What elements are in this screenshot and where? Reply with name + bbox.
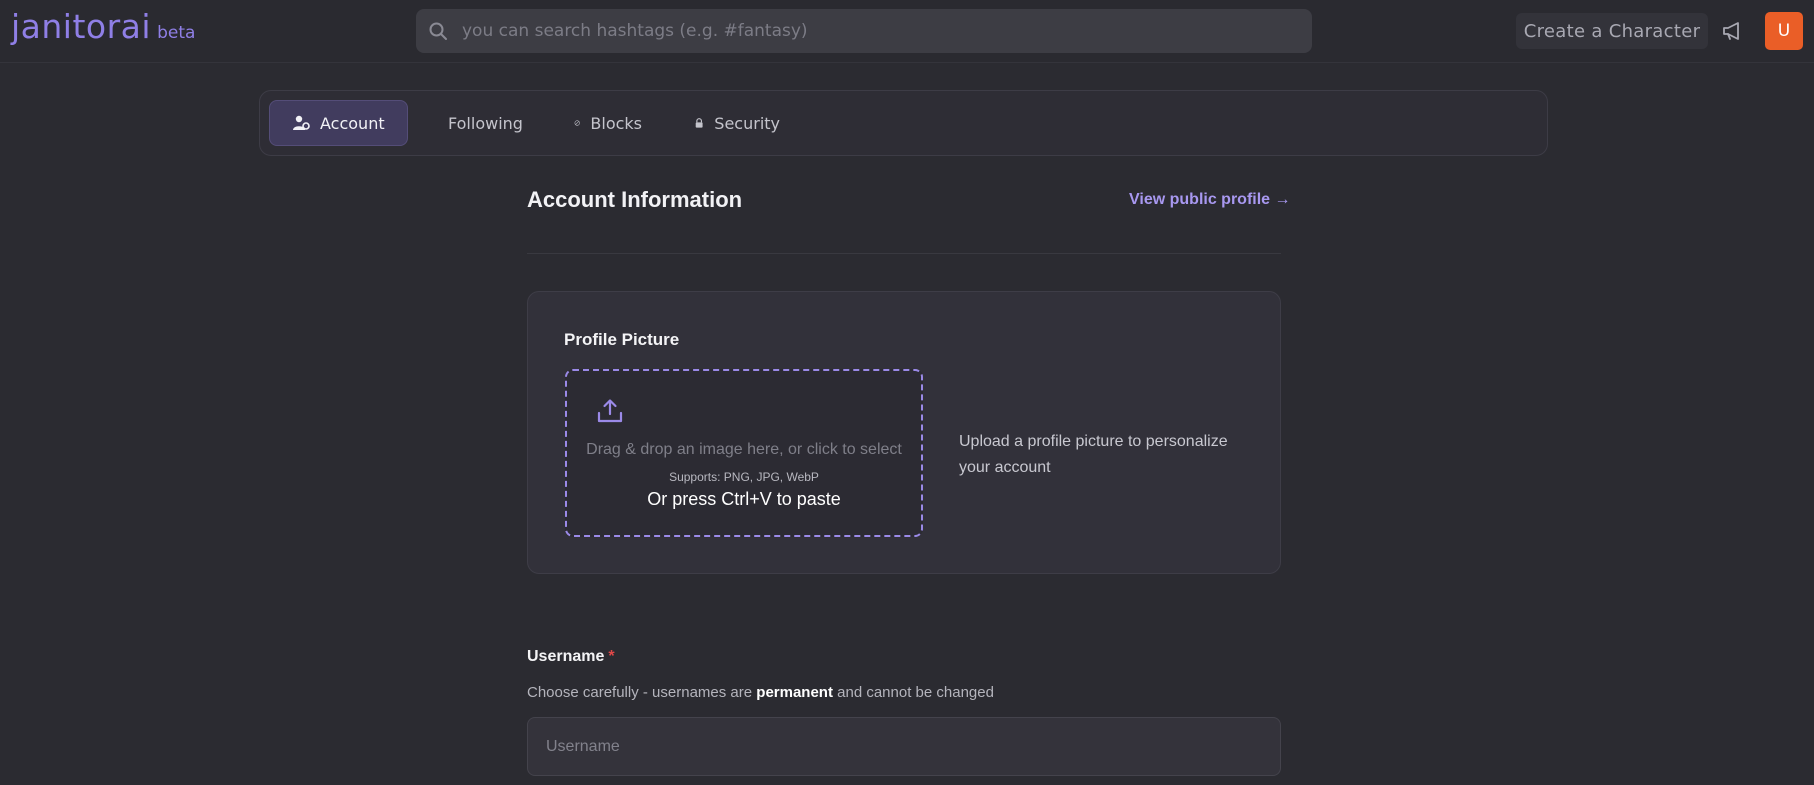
avatar[interactable]: U xyxy=(1765,12,1803,50)
search-bar[interactable] xyxy=(416,9,1312,53)
profile-picture-description: Upload a profile picture to personalize … xyxy=(959,433,1228,476)
top-bar: janitorai beta Create a Character U xyxy=(0,0,1814,63)
username-help: Choose carefully - usernames are permane… xyxy=(527,684,994,701)
search-icon xyxy=(429,22,447,40)
supported-formats: Supports: PNG, JPG, WebP xyxy=(669,470,819,484)
username-input[interactable] xyxy=(527,717,1281,776)
logo[interactable]: janitorai beta xyxy=(11,7,195,46)
tab-label: Account xyxy=(320,113,385,133)
beta-badge: beta xyxy=(157,23,196,43)
upload-icon xyxy=(597,399,623,423)
username-label: Username * xyxy=(527,648,615,666)
user-gear-icon xyxy=(293,115,310,130)
logo-text: janitorai xyxy=(11,7,152,46)
username-help-bold: permanent xyxy=(756,684,833,701)
tab-label: Blocks xyxy=(590,113,642,133)
tab-security[interactable]: Security xyxy=(672,100,802,146)
settings-tabs: Account Following Blocks Security xyxy=(259,90,1548,156)
dropzone-instructions: Drag & drop an image here, or click to s… xyxy=(586,441,902,458)
username-help-text: Choose carefully - usernames are xyxy=(527,684,757,701)
required-asterisk: * xyxy=(608,648,615,665)
image-dropzone[interactable]: Drag & drop an image here, or click to s… xyxy=(565,369,923,537)
paste-hint: Or press Ctrl+V to paste xyxy=(647,489,841,509)
tab-account[interactable]: Account xyxy=(269,100,408,146)
tab-blocks[interactable]: Blocks xyxy=(552,100,664,146)
username-label-text: Username xyxy=(527,648,605,665)
lock-icon xyxy=(695,118,703,128)
create-character-button[interactable]: Create a Character xyxy=(1516,13,1708,49)
tab-label: Security xyxy=(714,113,780,133)
view-public-profile-link[interactable]: View public profile → xyxy=(1129,191,1291,209)
block-icon xyxy=(574,120,580,126)
megaphone-icon[interactable] xyxy=(1720,18,1746,44)
profile-picture-title: Profile Picture xyxy=(564,330,680,349)
tab-label: Following xyxy=(448,113,523,133)
search-input[interactable] xyxy=(460,20,1312,42)
username-help-tail: and cannot be changed xyxy=(832,684,994,701)
page-title: Account Information xyxy=(527,187,743,212)
divider xyxy=(527,253,1281,254)
tab-following[interactable]: Following xyxy=(416,100,544,146)
